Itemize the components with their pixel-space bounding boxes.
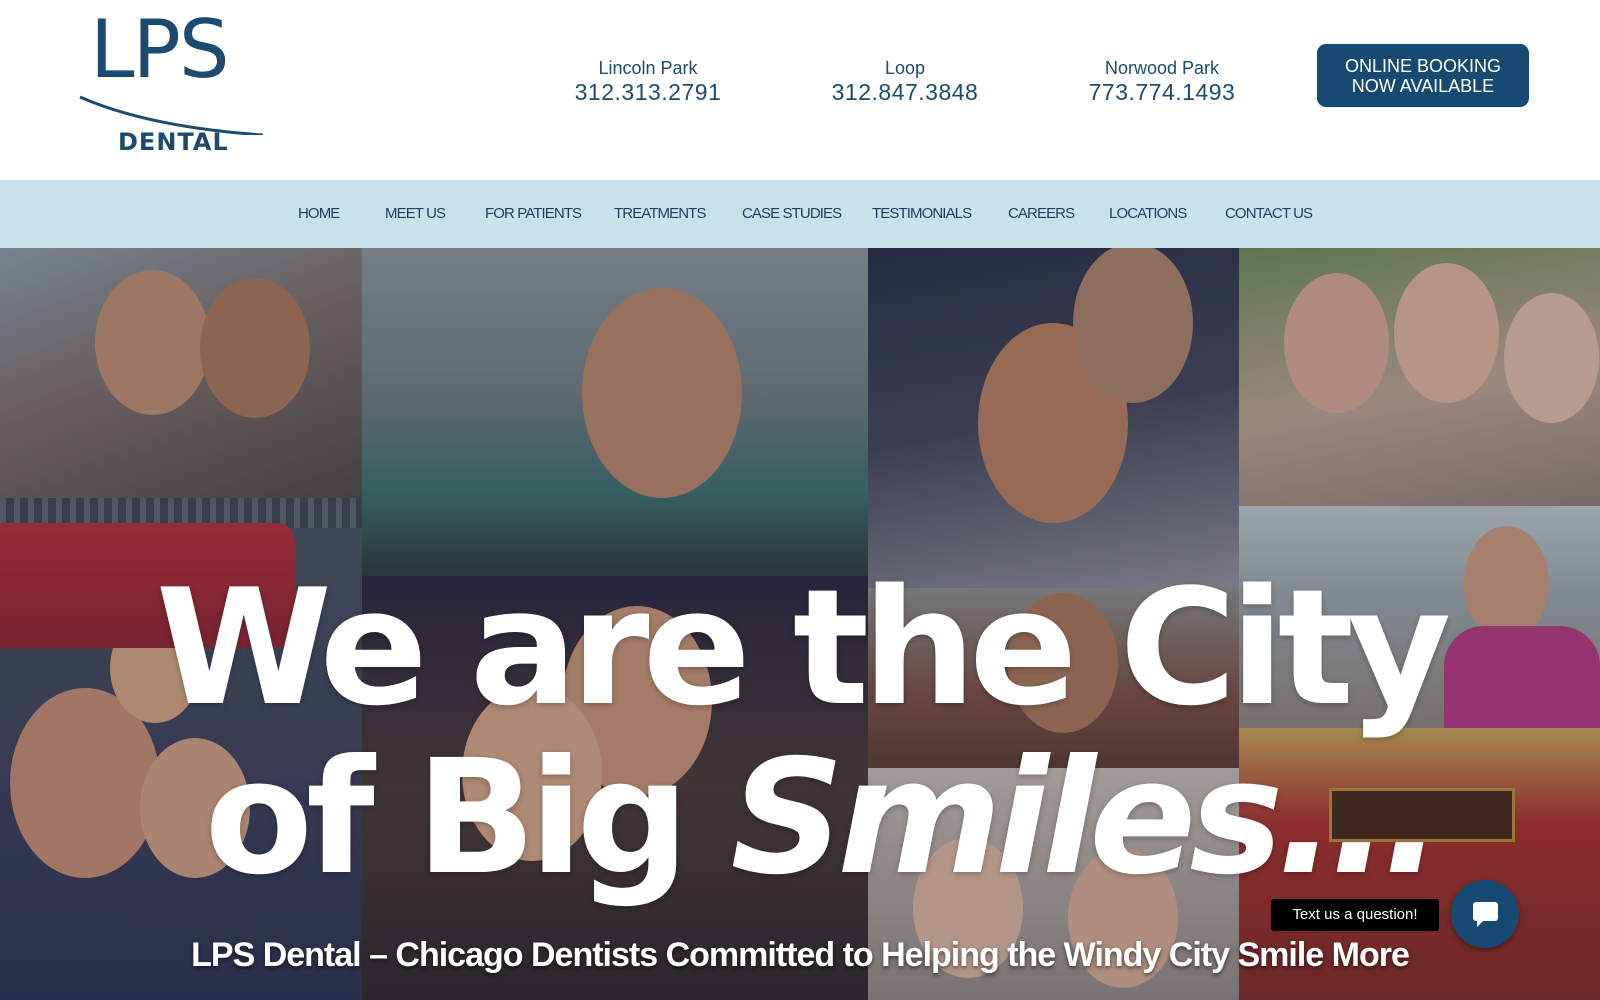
location-norwood-park[interactable]: Norwood Park 773.774.1493: [1062, 57, 1262, 105]
location-phone[interactable]: 312.847.3848: [805, 79, 1005, 105]
location-name: Loop: [884, 58, 926, 78]
nav-testimonials[interactable]: TESTIMONIALS: [872, 206, 972, 222]
nav-case-studies[interactable]: CASE STUDIES: [742, 206, 842, 222]
location-phone[interactable]: 312.313.2791: [548, 79, 748, 105]
nav-contact-us[interactable]: CONTACT US: [1225, 206, 1313, 222]
headline-italic: Smiles...: [730, 726, 1442, 910]
hero-headline-line1: We are the City: [155, 554, 1452, 741]
hero-headline-line2: of Big Smiles...: [0, 738, 1600, 898]
location-lincoln-park[interactable]: Lincoln Park 312.313.2791: [548, 57, 748, 105]
location-phone[interactable]: 773.774.1493: [1062, 79, 1262, 105]
headline-plain: of Big: [204, 726, 731, 910]
logo-letters: LPS: [90, 3, 230, 96]
booking-line-1: ONLINE BOOKING: [1344, 55, 1502, 76]
site-header: LPS DENTAL Lincoln Park 312.313.2791 Loo…: [0, 0, 1600, 180]
chat-launcher-button[interactable]: [1451, 880, 1519, 948]
nav-treatments[interactable]: TREATMENTS: [614, 206, 706, 222]
chat-prompt-bubble[interactable]: Text us a question!: [1271, 899, 1439, 931]
booking-line-2: NOW AVAILABLE: [1351, 75, 1495, 96]
nav-meet-us[interactable]: MEET US: [385, 206, 446, 222]
online-booking-button[interactable]: ONLINE BOOKING NOW AVAILABLE: [1317, 44, 1529, 107]
nav-locations[interactable]: LOCATIONS: [1109, 206, 1187, 222]
nav-home[interactable]: HOME: [298, 206, 340, 222]
hero-banner: We are the City of Big Smiles... LPS Den…: [0, 248, 1600, 1000]
logo-sub: DENTAL: [118, 128, 229, 156]
chat-bubble-icon: [1473, 902, 1498, 927]
lps-dental-logo[interactable]: LPS DENTAL: [70, 10, 270, 160]
location-name: Norwood Park: [1104, 58, 1220, 78]
location-loop[interactable]: Loop 312.847.3848: [805, 57, 1005, 105]
nav-careers[interactable]: CAREERS: [1008, 206, 1075, 222]
location-name: Lincoln Park: [598, 58, 698, 78]
nav-for-patients[interactable]: FOR PATIENTS: [485, 206, 582, 222]
main-nav: HOME MEET US FOR PATIENTS TREATMENTS CAS…: [0, 180, 1600, 248]
hero-tagline: LPS Dental – Chicago Dentists Committed …: [191, 936, 1410, 974]
